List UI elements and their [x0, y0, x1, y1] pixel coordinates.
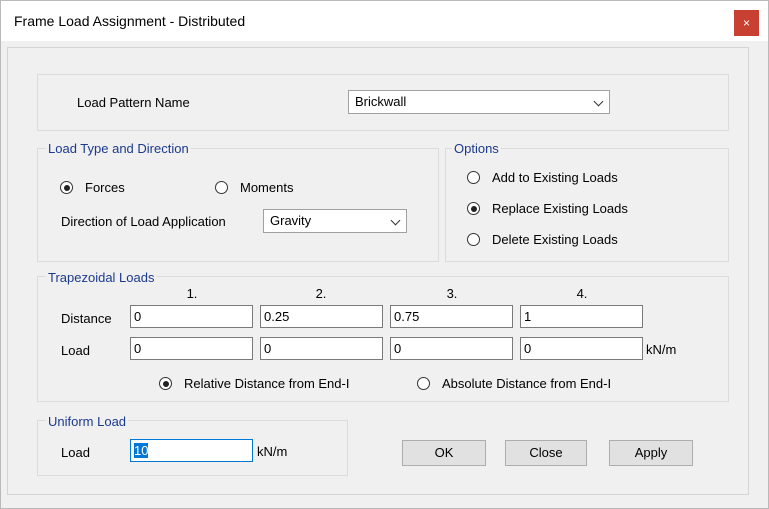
close-window-button[interactable]: × — [734, 10, 759, 36]
direction-label: Direction of Load Application — [61, 214, 226, 229]
direction-value: Gravity — [270, 213, 312, 228]
close-button[interactable]: Close — [505, 440, 587, 466]
column-1-header: 1. — [186, 286, 198, 301]
column-2-header: 2. — [315, 286, 327, 301]
load-label: Load — [61, 343, 90, 358]
distance-1-input[interactable]: 0 — [130, 305, 253, 328]
relative-distance-label: Relative Distance from End-I — [184, 376, 350, 391]
add-existing-label: Add to Existing Loads — [492, 170, 618, 185]
load-2-input[interactable]: 0 — [260, 337, 383, 360]
load-type-legend: Load Type and Direction — [46, 141, 191, 156]
uniform-load-unit: kN/m — [257, 444, 288, 459]
column-4-header: 4. — [576, 286, 588, 301]
dialog-window: Frame Load Assignment - Distributed × Lo… — [0, 0, 769, 509]
delete-existing-radio[interactable] — [467, 233, 480, 246]
dialog-body: Load Pattern Name Brickwall Load Type an… — [7, 47, 749, 495]
load-pattern-value: Brickwall — [355, 94, 407, 109]
distance-4-input[interactable]: 1 — [520, 305, 643, 328]
close-icon: × — [742, 16, 750, 30]
column-3-header: 3. — [446, 286, 458, 301]
add-existing-radio[interactable] — [467, 171, 480, 184]
apply-button[interactable]: Apply — [609, 440, 693, 466]
moments-label: Moments — [240, 180, 294, 195]
absolute-distance-radio[interactable] — [417, 377, 430, 390]
absolute-distance-label: Absolute Distance from End-I — [442, 376, 612, 391]
chevron-down-icon — [390, 215, 401, 226]
uniform-load-value: 10 — [134, 443, 149, 458]
title-bar[interactable]: Frame Load Assignment - Distributed × — [1, 1, 768, 41]
dialog-title: Frame Load Assignment - Distributed — [14, 13, 246, 29]
chevron-down-icon — [593, 96, 604, 107]
load-pattern-label: Load Pattern Name — [77, 95, 190, 110]
forces-radio[interactable] — [60, 181, 73, 194]
distance-2-input[interactable]: 0.25 — [260, 305, 383, 328]
replace-existing-radio[interactable] — [467, 202, 480, 215]
trapezoidal-unit: kN/m — [646, 342, 677, 357]
options-legend: Options — [452, 141, 501, 156]
replace-existing-label: Replace Existing Loads — [492, 201, 628, 216]
uniform-load-legend: Uniform Load — [46, 414, 129, 429]
load-type-frame — [37, 148, 439, 262]
delete-existing-label: Delete Existing Loads — [492, 232, 618, 247]
forces-label: Forces — [85, 180, 125, 195]
uniform-load-label: Load — [61, 445, 90, 460]
load-1-input[interactable]: 0 — [130, 337, 253, 360]
distance-label: Distance — [61, 311, 112, 326]
load-pattern-select[interactable]: Brickwall — [348, 90, 610, 114]
uniform-load-input[interactable]: 10 — [130, 439, 253, 462]
distance-3-input[interactable]: 0.75 — [390, 305, 513, 328]
moments-radio[interactable] — [215, 181, 228, 194]
ok-button[interactable]: OK — [402, 440, 486, 466]
load-4-input[interactable]: 0 — [520, 337, 643, 360]
relative-distance-radio[interactable] — [159, 377, 172, 390]
load-3-input[interactable]: 0 — [390, 337, 513, 360]
direction-select[interactable]: Gravity — [263, 209, 407, 233]
trapezoidal-legend: Trapezoidal Loads — [46, 270, 157, 285]
